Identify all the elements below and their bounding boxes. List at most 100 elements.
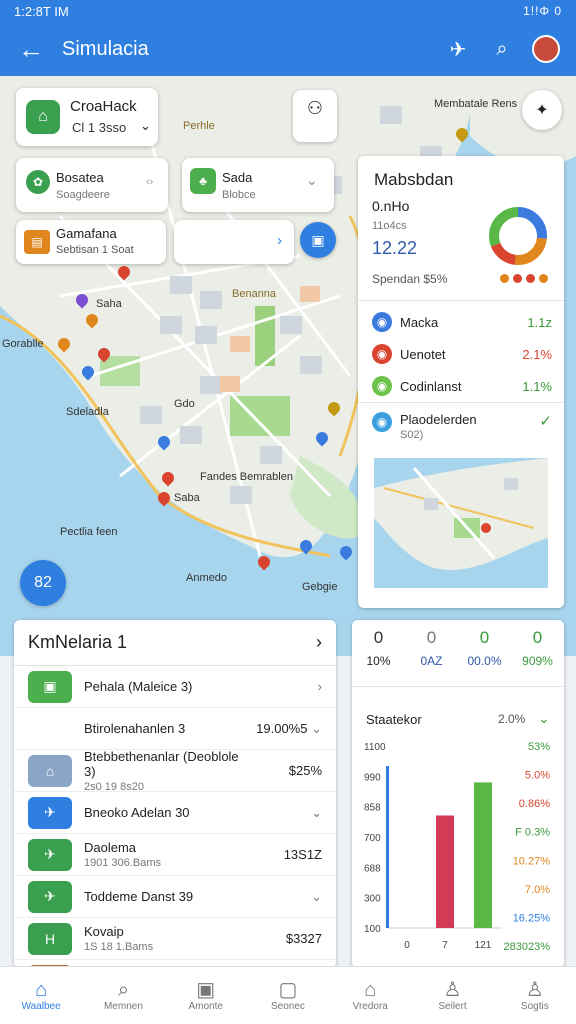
chart-panel: 0 10% 0 0AZ 0 00.0% 0 909% Staatekor 2.0…	[352, 620, 564, 968]
list-item-icon: ✈	[28, 838, 72, 871]
search-icon: ⌕	[117, 979, 130, 1001]
list-item-value: ⌄	[252, 889, 322, 905]
list-item[interactable]: ✈ Toddeme Danst 39 ⌄	[14, 876, 336, 918]
person-icon: ♙	[443, 979, 462, 1001]
bar[interactable]	[474, 782, 492, 928]
map-icon: ▢	[278, 979, 298, 1001]
stats-item[interactable]: ◉ Macka 1.1z	[372, 312, 552, 332]
checkmark-icon: ✓	[539, 413, 552, 430]
locate-fab[interactable]: 82	[20, 560, 66, 606]
back-arrow-icon[interactable]: ←	[0, 34, 62, 65]
bar[interactable]	[436, 815, 454, 928]
chevron-icon: ⌄	[311, 720, 322, 736]
nav-item-sogtis[interactable]: ♙ Sogtis	[494, 967, 576, 1024]
list-item-title: Toddeme Danst 39	[84, 889, 194, 904]
list-item-icon: ▣	[28, 670, 72, 703]
directions-button[interactable]: ▣	[300, 222, 336, 258]
stats-item-value: 2.1%	[522, 346, 552, 362]
poi-card[interactable]: ♣ Sada Blobce ⌄	[182, 158, 334, 212]
pin-icon: ◉	[372, 412, 392, 432]
y-tick-label: 688	[364, 863, 381, 874]
status-icons: 1!!Φ 0	[523, 4, 562, 18]
compass-icon: ✦	[535, 102, 549, 119]
place-selector[interactable]: Cl 1 3sso	[72, 120, 126, 135]
next-card[interactable]: ›	[174, 220, 294, 264]
poi-title: Bosatea	[56, 170, 104, 185]
metric-value: 0AZ	[420, 654, 443, 668]
series-value-label: F 0.3%	[515, 827, 550, 839]
list-card-header[interactable]: KmNelaria 1 ›	[14, 620, 336, 666]
list-item[interactable]: ▣ Pehala (Maleice 3) ›	[14, 666, 336, 708]
stats-value-b: 12.22	[372, 238, 418, 258]
stats-item[interactable]: ◉ Codinlanst 1.1%	[372, 376, 552, 396]
list-item-icon	[28, 713, 72, 745]
poi-card[interactable]: ▤ Gamafana Sebtisan 1 Soat	[16, 220, 166, 264]
x-tick-label: 121	[475, 940, 492, 951]
list-item[interactable]: Btirolenahanlen 3 19.00%5 ⌄	[14, 708, 336, 750]
avatar[interactable]	[532, 35, 560, 63]
y-tick-label: 700	[364, 833, 381, 844]
layers-button[interactable]: ⚇	[293, 90, 337, 142]
layers-icon: ⚇	[306, 98, 324, 118]
stats-title: Mabsbdan	[374, 170, 454, 189]
pin-icon: ◉	[372, 312, 392, 332]
stats-item[interactable]: ◉ Plaodelerden S02) ✓	[372, 412, 552, 441]
expand-icon[interactable]: ‹›	[146, 176, 153, 188]
map-label: Perhle	[183, 120, 215, 132]
nav-item-seonec[interactable]: ▢ Seonec	[247, 967, 329, 1024]
map-label: Sdeladla	[66, 406, 109, 418]
nav-item-waalbee[interactable]: ⌂ Waalbee	[0, 967, 82, 1024]
list-card: KmNelaria 1 › ▣ Pehala (Maleice 3) › Btiro…	[14, 620, 336, 968]
chevron-right-icon: ›	[316, 632, 322, 652]
series-value-label: 7.0%	[525, 884, 550, 896]
chevron-down-icon[interactable]: ⌄	[306, 172, 318, 189]
poi-card[interactable]: ✿ Bosatea Soagdeere ‹›	[16, 158, 168, 212]
stats-value-a: 0.nHo	[372, 198, 410, 214]
list-item-title: Daolema	[84, 840, 137, 855]
compass-button[interactable]: ✦	[522, 90, 562, 130]
list-card-title: KmNelaria 1	[28, 632, 128, 652]
list-item-sub: 1901 306.Bams	[84, 857, 162, 869]
series-value-label: 5.0%	[525, 770, 550, 782]
y-tick-label: 100	[364, 924, 381, 935]
list-item[interactable]: H Kovaip 1S 18 1.Bams $3327	[14, 918, 336, 960]
page-title: Simulacia	[62, 37, 149, 60]
map-label: Membatale Rens	[434, 98, 518, 110]
metric-icon: 0	[373, 628, 384, 647]
list-item-icon: ⌂	[28, 754, 72, 787]
metric-icon: 0	[426, 628, 437, 647]
mini-map[interactable]	[374, 458, 548, 588]
place-header-card[interactable]: ⌂ CroaHack Cl 1 3sso ⌄	[16, 88, 158, 146]
poi-sub: Blobce	[222, 189, 256, 201]
list-item-icon: ✈	[28, 796, 72, 829]
donut-chart	[489, 207, 547, 265]
list-item-value: ⌄	[252, 805, 322, 821]
nav-item-seilert[interactable]: ♙ Seilert	[411, 967, 493, 1024]
metric-icon: 0	[532, 628, 543, 647]
x-tick-label: 7	[442, 940, 448, 951]
route-icon[interactable]: ✈	[436, 37, 480, 62]
chevron-down-icon[interactable]: ⌄	[538, 710, 550, 727]
list-item[interactable]: ✈ Daolema 1901 306.Bams 13S1Z	[14, 834, 336, 876]
nav-label: Amonte	[188, 1001, 223, 1012]
list-item-title: Btirolenahanlen 3	[84, 721, 186, 736]
nav-item-amonte[interactable]: ▣ Amonte	[165, 967, 247, 1024]
map-label: Saha	[96, 298, 122, 310]
list-item-value: ›	[252, 679, 322, 694]
nav-label: Memnen	[103, 1001, 143, 1012]
pin-icon: ◉	[372, 376, 392, 396]
search-icon[interactable]: ⌕	[480, 38, 524, 61]
nav-item-vredora[interactable]: ⌂ Vredora	[329, 967, 411, 1024]
stats-item-label: Codinlanst	[400, 378, 462, 394]
stats-item-label: Uenotet	[400, 346, 446, 362]
stats-item[interactable]: ◉ Uenotet 2.1%	[372, 344, 552, 364]
list-item[interactable]: ⌂ Btebbethenanlar (Deoblole 3) 2s0 19 8s20…	[14, 749, 336, 793]
chevron-down-icon[interactable]: ⌄	[140, 118, 151, 134]
shop-icon: ▤	[24, 230, 50, 254]
bottom-nav: ⌂ Waalbee ⌕ Memnen ▣ Amonte ▢ Seonec ⌂ Vredora ♙ Se…	[0, 966, 576, 1024]
nav-label: Vredora	[352, 1001, 388, 1012]
list-item[interactable]: ✈ Bneoko Adelan 30 ⌄	[14, 792, 336, 834]
nav-item-memnen[interactable]: ⌕ Memnen	[82, 967, 164, 1024]
poi-title: Sada	[222, 170, 253, 185]
list-item-value: 19.00%5 ⌄	[256, 720, 322, 736]
